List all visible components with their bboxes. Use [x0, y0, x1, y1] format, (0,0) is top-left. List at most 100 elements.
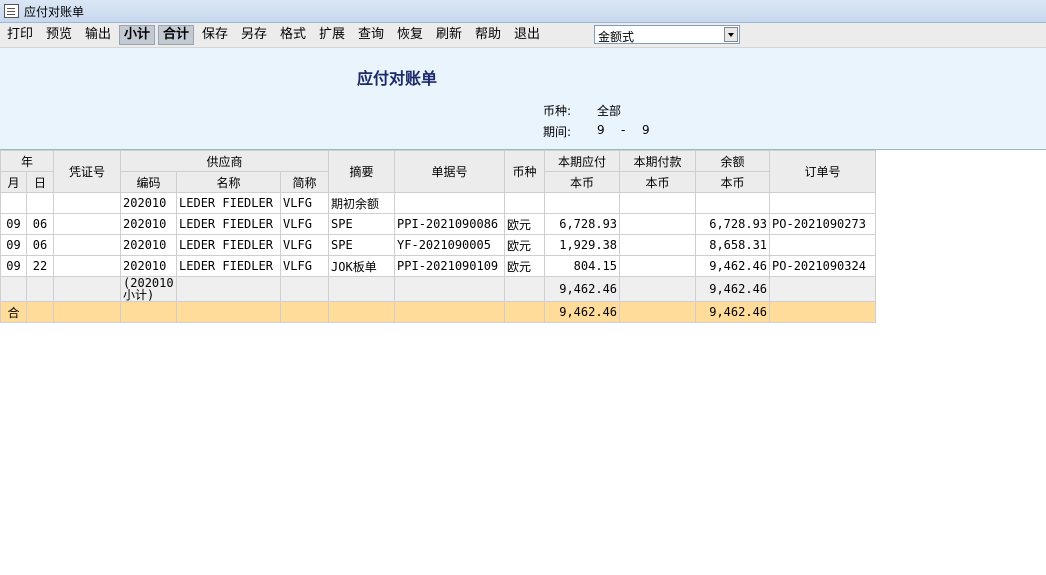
cell-voucher — [53, 192, 122, 214]
cell-payable: 1,929.38 — [544, 234, 621, 256]
header-supplier: 供应商 — [120, 150, 330, 172]
cell-currency: 欧元 — [504, 234, 546, 256]
cell-voucher — [53, 255, 122, 277]
format-select[interactable]: 金额式 — [594, 25, 740, 44]
period-separator: - — [621, 123, 626, 137]
table-row[interactable]: 09 22 202010 LEDER FIEDLER VLFG JOK板单 PP… — [0, 255, 877, 277]
cell-supplier-code: 202010 — [120, 255, 178, 277]
restore-button[interactable]: 恢复 — [394, 25, 426, 45]
header-year: 年 — [0, 150, 55, 172]
cell-balance — [695, 192, 771, 214]
period-from: 9 — [597, 123, 605, 137]
header-supplier-name: 名称 — [176, 171, 282, 193]
header-paid-local: 本币 — [619, 171, 697, 193]
header-doc-no: 单据号 — [394, 150, 506, 193]
cell-month: 09 — [0, 213, 27, 235]
subtotal-button[interactable]: 小计 — [119, 25, 155, 45]
empty-cell — [25, 276, 55, 302]
cell-paid — [619, 213, 697, 235]
cell-payable — [544, 192, 621, 214]
query-button[interactable]: 查询 — [355, 25, 387, 45]
cell-order-no — [769, 192, 877, 214]
save-button[interactable]: 保存 — [199, 25, 231, 45]
total-payable: 9,462.46 — [544, 301, 621, 323]
extend-button[interactable]: 扩展 — [316, 25, 348, 45]
cell-supplier-code: 202010 — [120, 213, 178, 235]
cell-month — [0, 192, 27, 214]
empty-cell — [504, 301, 546, 323]
header-voucher: 凭证号 — [53, 150, 122, 193]
header-order-no: 订单号 — [769, 150, 877, 193]
toolbar: 打印 预览 输出 小计 合计 保存 另存 格式 扩展 查询 恢复 刷新 帮助 退… — [0, 23, 1046, 48]
cell-day: 06 — [25, 234, 55, 256]
cell-day: 06 — [25, 213, 55, 235]
chevron-down-icon[interactable] — [724, 27, 738, 42]
table-row[interactable]: 09 06 202010 LEDER FIEDLER VLFG SPE YF-2… — [0, 234, 877, 256]
cell-summary: SPE — [328, 234, 396, 256]
cell-supplier-abbr: VLFG — [280, 192, 330, 214]
format-button[interactable]: 格式 — [277, 25, 309, 45]
header-month: 月 — [0, 171, 27, 193]
cell-currency: 欧元 — [504, 213, 546, 235]
cell-doc-no — [394, 192, 506, 214]
cell-supplier-abbr: VLFG — [280, 255, 330, 277]
app-document-icon — [4, 4, 19, 18]
title-bar: 应付对账单 — [0, 0, 1046, 23]
cell-supplier-name: LEDER FIEDLER — [176, 213, 282, 235]
cell-supplier-name: LEDER FIEDLER — [176, 255, 282, 277]
empty-cell — [769, 276, 877, 302]
header-paid: 本期付款 — [619, 150, 697, 172]
empty-cell — [176, 276, 282, 302]
cell-payable: 804.15 — [544, 255, 621, 277]
window-title: 应付对账单 — [24, 5, 85, 19]
table-row[interactable]: 202010 LEDER FIEDLER VLFG 期初余额 — [0, 192, 877, 214]
total-button[interactable]: 合计 — [158, 25, 194, 45]
cell-order-no: PO-2021090324 — [769, 255, 877, 277]
cell-currency — [504, 192, 546, 214]
subtotal-payable: 9,462.46 — [544, 276, 621, 302]
table-row[interactable]: 09 06 202010 LEDER FIEDLER VLFG SPE PPI-… — [0, 213, 877, 235]
subtotal-label: (202010小计) — [120, 276, 178, 302]
header-balance: 余额 — [695, 150, 771, 172]
cell-summary: 期初余额 — [328, 192, 396, 214]
empty-cell — [504, 276, 546, 302]
empty-cell — [25, 301, 55, 323]
empty-cell — [176, 301, 282, 323]
empty-cell — [280, 276, 330, 302]
cell-supplier-abbr: VLFG — [280, 213, 330, 235]
cell-paid — [619, 192, 697, 214]
empty-cell — [394, 276, 506, 302]
report-title: 应付对账单 — [357, 69, 438, 88]
print-button[interactable]: 打印 — [4, 25, 36, 45]
refresh-button[interactable]: 刷新 — [433, 25, 465, 45]
cell-doc-no: YF-2021090005 — [394, 234, 506, 256]
empty-cell — [328, 276, 396, 302]
empty-cell — [53, 301, 122, 323]
cell-doc-no: PPI-2021090086 — [394, 213, 506, 235]
export-button[interactable]: 输出 — [82, 25, 114, 45]
cell-summary: SPE — [328, 213, 396, 235]
exit-button[interactable]: 退出 — [511, 25, 543, 45]
help-button[interactable]: 帮助 — [472, 25, 504, 45]
cell-month: 09 — [0, 234, 27, 256]
total-label: 合 — [0, 301, 27, 323]
cell-paid — [619, 255, 697, 277]
preview-button[interactable]: 预览 — [43, 25, 75, 45]
report-header: 应付对账单 币种: 全部 期间: 9 - 9 — [0, 48, 1046, 150]
empty-cell — [280, 301, 330, 323]
header-supplier-code: 编码 — [120, 171, 178, 193]
total-row[interactable]: 合 9,462.46 9,462.46 — [0, 301, 877, 323]
header-summary: 摘要 — [328, 150, 396, 193]
header-balance-local: 本币 — [695, 171, 771, 193]
period-to: 9 — [642, 123, 650, 137]
cell-summary: JOK板单 — [328, 255, 396, 277]
header-day: 日 — [25, 171, 55, 193]
subtotal-row[interactable]: (202010小计) 9,462.46 9,462.46 — [0, 276, 877, 302]
cell-payable: 6,728.93 — [544, 213, 621, 235]
currency-value: 全部 — [597, 104, 622, 118]
header-supplier-abbr: 简称 — [280, 171, 330, 193]
save-as-button[interactable]: 另存 — [238, 25, 270, 45]
empty-cell — [769, 301, 877, 323]
cell-month: 09 — [0, 255, 27, 277]
cell-supplier-name: LEDER FIEDLER — [176, 234, 282, 256]
